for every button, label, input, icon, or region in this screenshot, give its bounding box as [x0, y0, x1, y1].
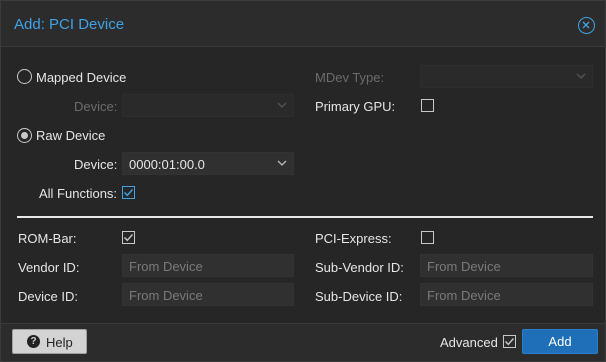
sub-device-id-input[interactable]: From Device — [420, 283, 593, 306]
advanced-label[interactable]: Advanced — [440, 335, 498, 350]
mdev-type-select[interactable] — [420, 65, 593, 88]
dialog-titlebar: Add: PCI Device — [1, 1, 605, 47]
checkmark-icon — [124, 189, 134, 197]
raw-device-label[interactable]: Raw Device — [36, 128, 105, 143]
sub-vendor-id-input[interactable]: From Device — [420, 254, 593, 277]
vendor-id-label: Vendor ID: — [18, 260, 80, 275]
dialog-footer: ? Help Advanced Add — [1, 323, 605, 361]
rom-bar-checkbox[interactable] — [122, 231, 135, 244]
question-icon: ? — [27, 335, 40, 348]
chevron-down-icon — [277, 102, 287, 108]
sub-device-id-label: Sub-Device ID: — [315, 289, 403, 304]
raw-device-radio[interactable] — [17, 128, 32, 143]
all-functions-label: All Functions: — [39, 186, 118, 201]
add-pci-device-dialog: Add: PCI Device Mapped Device Device: MD… — [0, 0, 606, 362]
advanced-checkbox[interactable] — [503, 335, 516, 348]
section-divider — [17, 216, 593, 218]
mapped-device-radio[interactable] — [17, 69, 32, 84]
all-functions-checkbox[interactable] — [122, 186, 135, 199]
checkmark-icon — [124, 234, 134, 242]
rom-bar-label: ROM-Bar: — [18, 231, 77, 246]
primary-gpu-checkbox[interactable] — [421, 99, 434, 112]
pci-express-label: PCI-Express: — [315, 231, 392, 246]
vendor-id-input[interactable]: From Device — [122, 254, 294, 277]
mapped-device-label[interactable]: Mapped Device — [36, 70, 126, 85]
sub-vendor-id-label: Sub-Vendor ID: — [315, 260, 404, 275]
chevron-down-icon — [277, 160, 287, 166]
help-button-label: Help — [46, 335, 73, 350]
device-id-label: Device ID: — [18, 289, 78, 304]
primary-gpu-label: Primary GPU: — [315, 99, 396, 114]
mapped-device-select[interactable] — [122, 94, 294, 117]
raw-device-select[interactable]: 0000:01:00.0 — [122, 152, 294, 175]
device-id-input[interactable]: From Device — [122, 283, 294, 306]
add-button[interactable]: Add — [522, 329, 598, 354]
pci-express-checkbox[interactable] — [421, 231, 434, 244]
help-button[interactable]: ? Help — [12, 329, 87, 354]
checkmark-icon — [505, 338, 515, 346]
raw-device-field-label: Device: — [74, 157, 118, 172]
dialog-title: Add: PCI Device — [14, 16, 125, 33]
chevron-down-icon — [576, 73, 586, 79]
close-icon[interactable] — [578, 17, 595, 34]
mapped-device-field-label: Device: — [74, 99, 118, 114]
mdev-type-label: MDev Type: — [315, 70, 385, 85]
raw-device-value: 0000:01:00.0 — [129, 157, 205, 172]
